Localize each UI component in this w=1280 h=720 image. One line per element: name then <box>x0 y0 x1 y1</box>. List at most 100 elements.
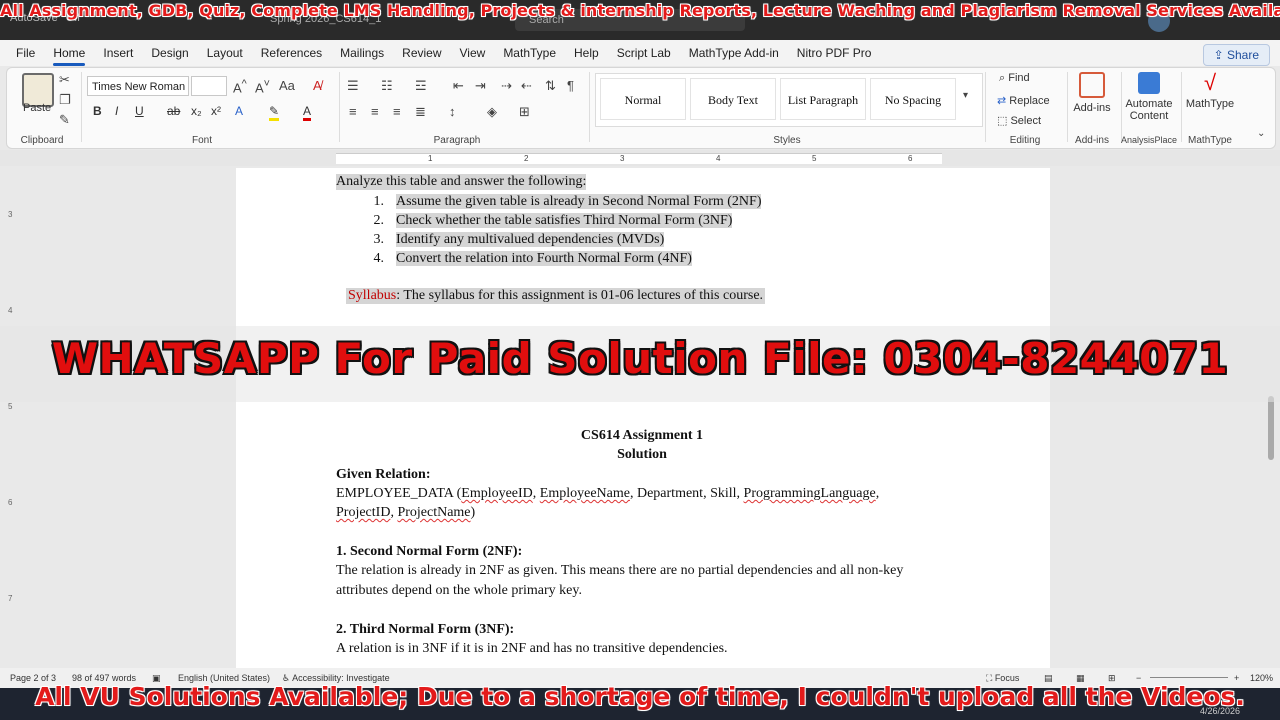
ribbon-tabs: File Home Insert Design Layout Reference… <box>0 40 1280 66</box>
addins-button[interactable]: Add-ins <box>1065 72 1119 114</box>
italic-icon[interactable]: I <box>115 104 118 118</box>
share-icon: ⇪ <box>1213 48 1227 62</box>
intro-text: Analyze this table and answer the follow… <box>336 174 587 190</box>
list-number: 4. <box>373 251 385 266</box>
tab-home[interactable]: Home <box>44 40 94 66</box>
tab-mailings[interactable]: Mailings <box>331 40 393 66</box>
tab-mathtype-addin[interactable]: MathType Add-in <box>680 40 788 66</box>
replace-button[interactable]: ⇄ Replace <box>997 94 1050 107</box>
zoom-slider[interactable] <box>1150 677 1228 678</box>
tab-layout[interactable]: Layout <box>198 40 252 66</box>
horizontal-ruler[interactable]: 1 2 3 4 5 6 <box>0 150 1280 166</box>
change-case-icon[interactable]: Aa <box>279 78 295 93</box>
tab-file[interactable]: File <box>0 40 44 66</box>
text-effects-icon[interactable]: A <box>235 104 243 118</box>
font-color-icon[interactable]: A <box>303 104 312 121</box>
paragraph-group-label: Paragraph <box>433 135 481 146</box>
style-normal[interactable]: Normal <box>600 78 686 120</box>
multilevel-list-icon[interactable]: ☲ <box>415 78 427 94</box>
rtl-icon[interactable]: ⇠ <box>521 78 532 94</box>
addins-icon <box>1079 72 1105 98</box>
paste-button-label[interactable]: Paste <box>23 102 51 114</box>
highlight-icon[interactable]: ✎ <box>269 104 280 121</box>
ruler-number: 3 <box>620 154 625 163</box>
decrease-indent-icon[interactable]: ⇤ <box>453 78 464 94</box>
superscript-icon[interactable]: x² <box>211 104 221 118</box>
tab-script-lab[interactable]: Script Lab <box>608 40 680 66</box>
addins-label: Add-ins <box>1073 102 1111 114</box>
scrollbar-thumb[interactable] <box>1268 396 1274 460</box>
shading-icon[interactable]: ◈ <box>487 104 497 120</box>
attr-employeename: EmployeeName <box>539 486 630 501</box>
style-body-text[interactable]: Body Text <box>690 78 776 120</box>
grow-font-icon[interactable]: A^ <box>233 78 247 95</box>
bullets-icon[interactable]: ☰ <box>347 78 359 94</box>
ruler-number: 5 <box>812 154 817 163</box>
clear-formatting-icon[interactable]: A̸ <box>313 78 322 93</box>
style-no-spacing[interactable]: No Spacing <box>870 78 956 120</box>
vruler-number: 7 <box>8 594 13 603</box>
mathtype-label: MathType <box>1185 98 1235 110</box>
align-left-icon[interactable]: ≡ <box>349 104 357 119</box>
sort-icon[interactable]: ⇅ <box>545 78 556 94</box>
document-page[interactable]: Analyze this table and answer the follow… <box>236 168 1050 668</box>
ruler-track: 1 2 3 4 5 6 <box>336 153 942 164</box>
tab-view[interactable]: View <box>451 40 495 66</box>
mathtype-group-label: MathType <box>1188 135 1232 146</box>
syllabus-line: Syllabus: The syllabus for this assignme… <box>346 288 766 304</box>
share-button[interactable]: ⇪ Share <box>1202 44 1270 66</box>
list-item: 1. Assume the given table is already in S… <box>364 194 762 210</box>
shrink-font-icon[interactable]: A˅ <box>255 78 270 95</box>
font-name-dropdown[interactable]: Times New Roman <box>87 76 189 96</box>
increase-indent-icon[interactable]: ⇥ <box>475 78 486 94</box>
automate-label-1: Automate <box>1125 98 1173 110</box>
share-label: Share <box>1226 48 1259 62</box>
ltr-icon[interactable]: ⇢ <box>501 78 512 94</box>
find-button[interactable]: ⌕ Find <box>999 72 1030 85</box>
relation-name: EMPLOYEE_DATA ( <box>336 486 462 501</box>
tab-insert[interactable]: Insert <box>94 40 142 66</box>
task-text: Convert the relation into Fourth Normal … <box>396 251 692 266</box>
tab-mathtype[interactable]: MathType <box>494 40 565 66</box>
align-right-icon[interactable]: ≡ <box>393 104 401 119</box>
tab-references[interactable]: References <box>252 40 331 66</box>
cut-icon[interactable]: ✂ <box>59 72 70 88</box>
attr-programminglanguage: ProgrammingLanguage <box>743 486 876 501</box>
syllabus-label: Syllabus <box>348 288 397 303</box>
ruler-number: 1 <box>428 154 433 163</box>
borders-icon[interactable]: ⊞ <box>519 104 530 120</box>
underline-icon[interactable]: U <box>135 104 144 118</box>
justify-icon[interactable]: ≣ <box>415 104 426 120</box>
style-list-paragraph[interactable]: List Paragraph <box>780 78 866 120</box>
numbering-icon[interactable]: ☷ <box>381 78 393 94</box>
styles-gallery: Normal Body Text List Paragraph No Spaci… <box>595 73 983 127</box>
section-2nf-line-1: The relation is already in 2NF as given.… <box>336 563 904 578</box>
align-center-icon[interactable]: ≡ <box>371 104 379 119</box>
vruler-number: 5 <box>8 402 13 411</box>
tab-help[interactable]: Help <box>565 40 608 66</box>
assignment-heading: CS614 Assignment 1 <box>580 428 704 443</box>
line-spacing-icon[interactable]: ↕ <box>449 104 456 119</box>
mathtype-button[interactable]: √ MathType <box>1183 72 1237 111</box>
vertical-scrollbar[interactable] <box>1266 168 1276 668</box>
automate-content-icon <box>1138 72 1160 94</box>
vruler-number: 6 <box>8 498 13 507</box>
strikethrough-icon[interactable]: ab <box>167 104 180 118</box>
vruler-number: 4 <box>8 306 13 315</box>
automate-content-button[interactable]: Automate Content <box>1121 72 1177 122</box>
copy-icon[interactable]: ❐ <box>59 92 71 108</box>
collapse-ribbon-icon[interactable]: ⌄ <box>1257 128 1265 139</box>
replace-icon: ⇄ <box>997 95 1010 107</box>
font-size-dropdown[interactable] <box>191 76 227 96</box>
select-button[interactable]: ⬚ Select <box>997 114 1041 127</box>
bold-icon[interactable]: B <box>93 104 102 118</box>
styles-more-icon[interactable]: ▾ <box>963 90 968 101</box>
subscript-icon[interactable]: x₂ <box>191 104 202 118</box>
pilcrow-icon[interactable]: ¶ <box>567 78 574 93</box>
vertical-ruler: 3 4 5 6 7 <box>4 168 16 668</box>
tab-nitro-pdf[interactable]: Nitro PDF Pro <box>788 40 881 66</box>
format-painter-icon[interactable]: ✎ <box>59 112 70 128</box>
tab-design[interactable]: Design <box>142 40 197 66</box>
tab-review[interactable]: Review <box>393 40 450 66</box>
given-relation-label: Given Relation: <box>336 467 431 482</box>
